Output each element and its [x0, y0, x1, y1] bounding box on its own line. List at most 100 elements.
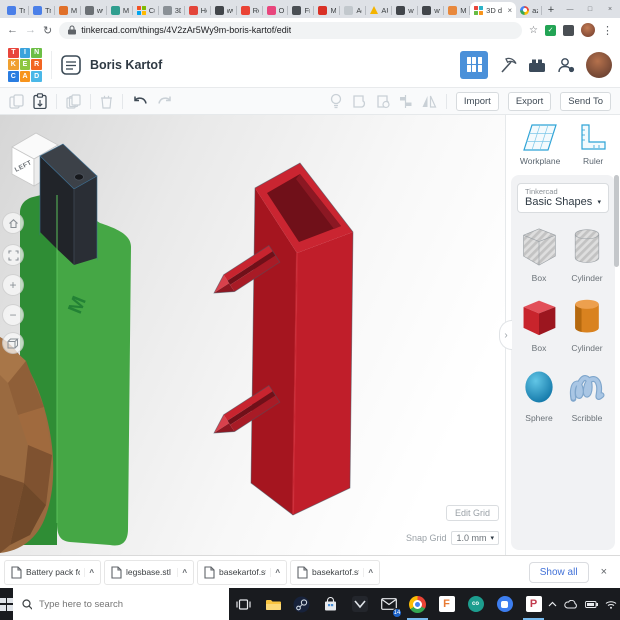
shape-cylinder-transparent[interactable]: Cylinder [565, 225, 609, 283]
shape-sphere[interactable]: Sphere [517, 365, 561, 423]
browser-tab[interactable]: Cue [133, 2, 159, 18]
browser-tab[interactable]: Mic [314, 2, 340, 18]
send-to-button[interactable]: Send To [560, 92, 611, 111]
workplane-tool[interactable]: Workplane [520, 124, 560, 166]
ungroup-icon[interactable] [375, 94, 390, 109]
browser-tab[interactable]: Onl [263, 2, 289, 18]
align-icon[interactable] [399, 94, 412, 109]
user-avatar[interactable] [586, 52, 612, 78]
import-button[interactable]: Import [456, 92, 499, 111]
browser-tab[interactable]: azer [516, 2, 542, 18]
copy-icon[interactable] [9, 94, 24, 109]
sidebar-scrollbar[interactable] [614, 175, 619, 267]
download-item[interactable]: basekartof.stl ^ [197, 560, 287, 585]
browser-tab[interactable]: www [81, 2, 107, 18]
browser-tab[interactable]: Mic [444, 2, 470, 18]
browser-profile-avatar[interactable] [581, 23, 595, 37]
battery-tray-icon[interactable] [585, 601, 598, 608]
show-all-lightbulb-icon[interactable] [330, 93, 342, 109]
onedrive-tray-icon[interactable] [564, 600, 578, 609]
chevron-up-icon[interactable]: ^ [84, 568, 94, 577]
browser-tab[interactable]: Fre [288, 2, 314, 18]
snap-grid-select[interactable]: 1.0 mm ▾ [451, 531, 499, 545]
design-menu-icon[interactable] [61, 55, 81, 75]
chrome-button[interactable] [403, 588, 432, 620]
steam-button[interactable] [287, 588, 316, 620]
download-item[interactable]: legsbase.stl ^ [104, 560, 194, 585]
forward-icon[interactable]: → [25, 24, 36, 36]
download-item[interactable]: basekartof.stl ^ [290, 560, 380, 585]
3d-scene[interactable]: LEFT M [0, 115, 505, 555]
perspective-toggle-button[interactable] [2, 332, 24, 354]
brick-icon[interactable] [528, 57, 546, 73]
maximize-button[interactable]: □ [580, 0, 600, 18]
browser-tab[interactable]: AU 2 [366, 2, 392, 18]
mirror-icon[interactable] [421, 94, 437, 109]
fit-view-button[interactable] [2, 244, 24, 266]
browser-tab[interactable]: www [392, 2, 418, 18]
minimize-button[interactable]: — [560, 0, 580, 18]
browser-tab[interactable]: 3D d× [470, 2, 516, 18]
paste-icon[interactable] [33, 93, 47, 109]
task-view-button[interactable] [229, 588, 258, 620]
undo-icon[interactable] [132, 95, 148, 108]
blocks-view-button[interactable] [460, 51, 488, 79]
shape-scribble[interactable]: Scribble [565, 365, 609, 423]
download-item[interactable]: Battery pack for pri....stl ^ [4, 560, 101, 585]
game-app-button[interactable] [345, 588, 374, 620]
back-icon[interactable]: ← [7, 24, 18, 36]
chevron-up-icon[interactable]: ^ [177, 568, 187, 577]
chevron-up-icon[interactable]: ^ [270, 568, 280, 577]
home-view-button[interactable] [2, 212, 24, 234]
app-co-button[interactable]: co [461, 588, 490, 620]
tray-expand-button[interactable] [548, 601, 557, 607]
browser-tab[interactable]: Act [340, 2, 366, 18]
mail-button[interactable]: 14 [374, 588, 403, 620]
3d-viewport[interactable]: LEFT M [0, 115, 505, 555]
design-title[interactable]: Boris Kartof [90, 58, 162, 72]
export-button[interactable]: Export [508, 92, 551, 111]
extension-icon[interactable] [563, 25, 574, 36]
bookmark-star-icon[interactable]: ☆ [529, 25, 538, 36]
browser-tab[interactable]: Trad [3, 2, 29, 18]
zoom-in-button[interactable]: + [2, 274, 24, 296]
browser-tab[interactable]: How [185, 2, 211, 18]
extension-check-icon[interactable]: ✓ [545, 25, 556, 36]
app-p-button[interactable]: P [519, 588, 548, 620]
url-field[interactable]: tinkercad.com/things/4V2zAr5Wy9m-boris-k… [59, 22, 522, 39]
network-tray-icon[interactable] [605, 600, 617, 609]
shape-library-dropdown[interactable]: Tinkercad Basic Shapes ▾ [517, 183, 609, 213]
red-object[interactable] [209, 163, 353, 515]
app-blue-button[interactable] [490, 588, 519, 620]
delete-icon[interactable] [100, 94, 113, 109]
shape-box-red[interactable]: Box [517, 295, 561, 353]
close-downloads-icon[interactable]: × [601, 566, 607, 578]
search-input[interactable] [39, 599, 220, 610]
browser-tab[interactable]: 3D C [159, 2, 185, 18]
browser-tab[interactable]: Trad [29, 2, 55, 18]
ruler-tool[interactable]: Ruler [580, 124, 606, 166]
shape-box-transparent[interactable]: Box [517, 225, 561, 283]
reload-icon[interactable]: ↻ [43, 24, 52, 37]
shape-cylinder-orange[interactable]: Cylinder [565, 295, 609, 353]
group-icon[interactable] [351, 94, 366, 109]
browser-tab[interactable]: www [418, 2, 444, 18]
browser-tab[interactable]: Mar [107, 2, 133, 18]
app-f-button[interactable]: F [432, 588, 461, 620]
tab-close-icon[interactable]: × [507, 6, 512, 15]
zoom-out-button[interactable]: − [2, 304, 24, 326]
account-settings-icon[interactable] [556, 56, 576, 74]
chevron-up-icon[interactable]: ^ [363, 568, 373, 577]
store-button[interactable] [316, 588, 345, 620]
start-button[interactable] [0, 588, 13, 620]
taskbar-search[interactable] [13, 588, 229, 620]
show-all-downloads-button[interactable]: Show all [529, 562, 589, 583]
browser-tab[interactable]: Rec [237, 2, 263, 18]
tinkercad-logo[interactable]: TINKERCAD [8, 48, 42, 82]
tools-pickaxe-icon[interactable] [498, 55, 518, 75]
new-tab-button[interactable]: + [542, 2, 560, 18]
file-explorer-button[interactable] [258, 588, 287, 620]
browser-tab[interactable]: www [211, 2, 237, 18]
close-button[interactable]: × [600, 0, 620, 18]
redo-icon[interactable] [157, 95, 173, 108]
